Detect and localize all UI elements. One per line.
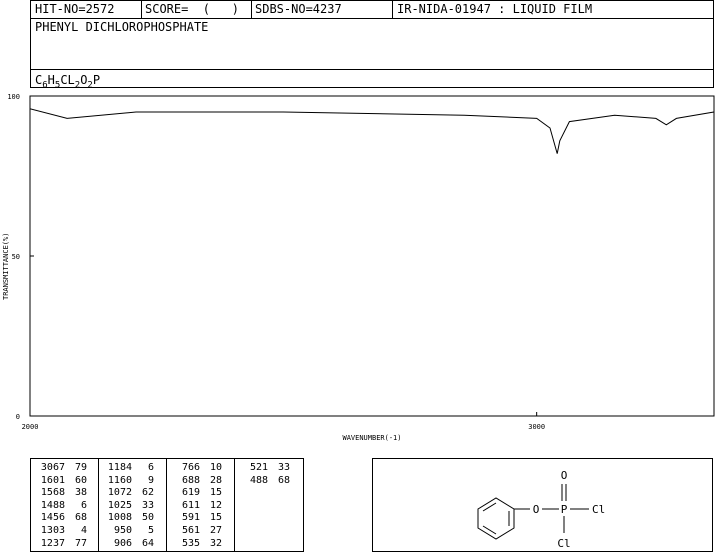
peak-wavenumber: 1160	[107, 474, 132, 486]
peak-wavenumber: 1601	[40, 474, 65, 486]
peak-wavenumber: 688	[181, 474, 200, 486]
benzene-ring	[477, 497, 515, 540]
peak-column-divider	[98, 459, 99, 551]
peak-row: 591 15	[170, 512, 222, 525]
peak-wavenumber: 535	[181, 537, 200, 549]
peak-row: 521 33	[238, 462, 290, 475]
peak-transmittance: 60	[74, 474, 87, 486]
atom-o-ester: O	[533, 503, 540, 516]
peak-transmittance: 38	[74, 487, 87, 499]
peak-wavenumber: 1303	[40, 524, 65, 536]
peak-transmittance: 79	[74, 462, 87, 473]
peak-row: 1568 38	[35, 487, 87, 500]
structure-panel: O O P Cl Cl	[372, 458, 713, 552]
peak-transmittance: 6	[80, 499, 87, 511]
peak-transmittance: 32	[209, 537, 222, 549]
y-axis-label: TRANSMITTANCE(%)	[2, 233, 10, 300]
peak-row: 1303 4	[35, 525, 87, 538]
peak-row: 950 5	[102, 525, 154, 538]
peak-row: 535 32	[170, 538, 222, 551]
peak-transmittance: 27	[209, 524, 222, 536]
atom-cl-right: Cl	[592, 503, 605, 516]
peak-row: 688 28	[170, 475, 222, 488]
peak-wavenumber: 1237	[40, 537, 65, 549]
peak-wavenumber: 561	[181, 524, 200, 536]
peak-row: 619 15	[170, 487, 222, 500]
y-tick-label: 0	[16, 413, 20, 421]
peak-wavenumber: 591	[181, 512, 200, 524]
peak-row: 1488 6	[35, 500, 87, 513]
peak-row: 1072 62	[102, 487, 154, 500]
peak-transmittance: 5	[147, 524, 154, 536]
peak-row: 766 10	[170, 462, 222, 475]
peak-wavenumber: 521	[249, 462, 268, 473]
x-tick-label: 2000	[22, 423, 39, 431]
peak-row: 611 12	[170, 500, 222, 513]
peak-row: 1237 77	[35, 538, 87, 551]
peak-row: 1456 68	[35, 512, 87, 525]
plot-frame	[29, 95, 715, 417]
peak-transmittance: 50	[141, 512, 154, 524]
atom-p: P	[561, 503, 568, 516]
peak-wavenumber: 1008	[107, 512, 132, 524]
peak-row: 906 64	[102, 538, 154, 551]
peak-wavenumber: 1488	[40, 499, 65, 511]
peak-row: 561 27	[170, 525, 222, 538]
peak-column-divider	[166, 459, 167, 551]
peak-transmittance: 68	[74, 512, 87, 524]
x-axis-label: WAVENUMBER(-1)	[342, 434, 401, 442]
peak-transmittance: 64	[141, 537, 154, 549]
peak-wavenumber: 1025	[107, 499, 132, 511]
y-tick-label: 100	[7, 93, 20, 101]
peak-wavenumber: 1184	[107, 462, 132, 473]
peak-column: 3067 79 1601 60 1568 38 1488 6 1456 68 1303 4 1237 77	[35, 462, 87, 550]
peak-row: 3067 79	[35, 462, 87, 475]
x-tick-label: 3000	[528, 423, 545, 431]
x-tick-group: 40003000200015001000500	[22, 412, 545, 431]
peak-table: 3067 79 1601 60 1568 38 1488 6 1456 68 1303 4 1237 77…	[30, 458, 304, 552]
peak-row: 1601 60	[35, 475, 87, 488]
peak-wavenumber: 619	[181, 487, 200, 499]
peak-wavenumber: 611	[181, 499, 200, 511]
peak-transmittance: 4	[80, 524, 87, 536]
peak-wavenumber: 1568	[40, 487, 65, 499]
peak-wavenumber: 906	[113, 537, 132, 549]
peak-wavenumber: 488	[249, 474, 268, 486]
peak-transmittance: 77	[74, 537, 87, 549]
peak-wavenumber: 1072	[107, 487, 132, 499]
peak-wavenumber: 766	[181, 462, 200, 473]
peak-transmittance: 68	[277, 474, 290, 486]
peak-row: 1160 9	[102, 475, 154, 488]
bonds	[514, 484, 589, 533]
peak-row: 1184 6	[102, 462, 154, 475]
peak-transmittance: 62	[141, 487, 154, 499]
peak-wavenumber: 3067	[40, 462, 65, 473]
peak-transmittance: 9	[147, 474, 154, 486]
peak-transmittance: 6	[147, 462, 154, 473]
atom-cl-bottom: Cl	[557, 537, 570, 550]
peak-transmittance: 33	[141, 499, 154, 511]
peak-transmittance: 33	[277, 462, 290, 473]
peak-transmittance: 15	[209, 512, 222, 524]
peak-transmittance: 10	[209, 462, 222, 473]
peak-column: 521 33 488 68	[238, 462, 290, 487]
peak-transmittance: 12	[209, 499, 222, 511]
peak-row: 1008 50	[102, 512, 154, 525]
spectrum-line	[29, 108, 715, 404]
molecule-structure: O O P Cl Cl	[477, 469, 605, 550]
peak-column: 1184 6 1160 9 1072 62 1025 33 1008 50 950 5 906 64	[102, 462, 154, 550]
y-tick-label: 50	[12, 253, 20, 261]
peak-wavenumber: 1456	[40, 512, 65, 524]
atom-o-double: O	[561, 469, 568, 482]
ir-spectrum-chart: TRANSMITTANCE(%) WAVENUMBER(-1) 100500 4…	[2, 93, 715, 442]
peak-column-divider	[234, 459, 235, 551]
peak-row: 488 68	[238, 475, 290, 488]
peak-wavenumber: 950	[113, 524, 132, 536]
peak-transmittance: 28	[209, 474, 222, 486]
peak-column: 766 10 688 28 619 15 611 12 591 15 561 27 535 32	[170, 462, 222, 550]
peak-transmittance: 15	[209, 487, 222, 499]
peak-row: 1025 33	[102, 500, 154, 513]
